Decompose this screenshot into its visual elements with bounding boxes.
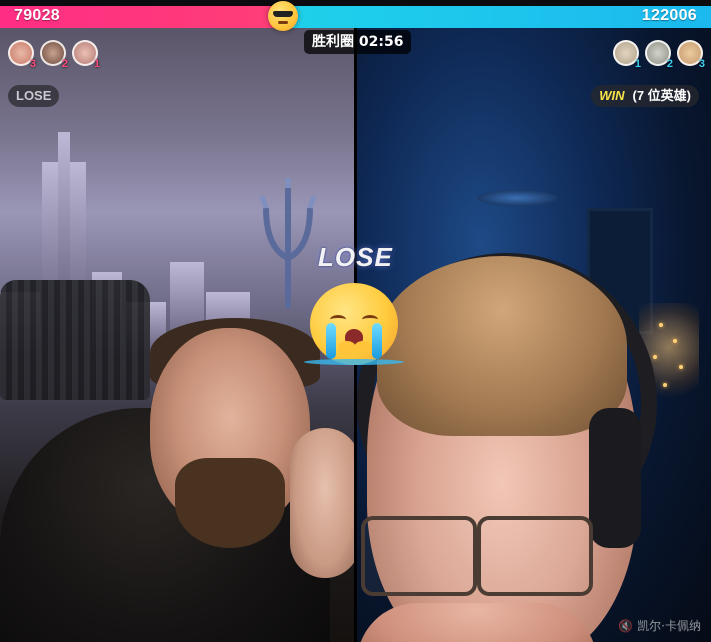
hero-count-label: (7 位英雄) xyxy=(632,88,691,103)
gifter-rank: 3 xyxy=(698,58,705,70)
right-score-segment: 122006 xyxy=(287,6,711,28)
gifter-avatar[interactable]: 1 xyxy=(72,40,100,70)
left-score: 79028 xyxy=(14,7,60,24)
right-streamer-hands xyxy=(357,603,597,642)
pk-battle-screen: 79028 122006 胜利圈 02:56 3 2 1 1 2 3 LOSE … xyxy=(0,0,711,642)
right-streamer-hair xyxy=(377,256,627,436)
victory-lap-timer: 胜利圈 02:56 xyxy=(304,30,412,54)
win-label: WIN xyxy=(599,88,625,103)
gaming-chair xyxy=(0,280,150,400)
streamer-name-watermark: 🔇 凯尔·卡佩纳 xyxy=(618,617,701,634)
gifter-rank: 2 xyxy=(61,58,68,70)
right-top-gifters: 1 2 3 xyxy=(613,40,705,70)
left-top-gifters: 3 2 1 xyxy=(8,40,100,70)
right-score: 122006 xyxy=(641,7,697,24)
left-streamer-video[interactable] xyxy=(0,28,354,642)
gifter-rank: 1 xyxy=(93,58,100,70)
gifter-rank: 3 xyxy=(29,58,36,70)
gifter-avatar[interactable]: 2 xyxy=(40,40,68,70)
gifter-rank: 1 xyxy=(634,58,641,70)
gifter-avatar[interactable]: 1 xyxy=(613,40,641,70)
win-badge: WIN (7 位英雄) xyxy=(591,85,699,107)
eyeglasses xyxy=(357,516,593,596)
lose-badge: LOSE xyxy=(8,85,60,107)
ceiling-lamp xyxy=(477,190,557,206)
gifter-avatar[interactable]: 3 xyxy=(677,40,705,70)
sunglasses-face-icon xyxy=(268,1,298,31)
left-score-segment: 79028 xyxy=(0,6,287,28)
gifter-avatar[interactable]: 2 xyxy=(645,40,673,70)
pk-score-bar: 79028 122006 xyxy=(0,6,711,28)
streamer-name: 凯尔·卡佩纳 xyxy=(637,619,701,633)
headphone-earcup xyxy=(589,408,641,548)
trident-logo-icon xyxy=(259,178,317,308)
left-streamer-beard xyxy=(175,458,285,548)
crying-face-emoji-icon xyxy=(304,283,404,365)
gifter-avatar[interactable]: 3 xyxy=(8,40,36,70)
left-streamer-hand xyxy=(290,428,354,578)
right-streamer-video[interactable] xyxy=(357,28,711,642)
muted-speaker-icon: 🔇 xyxy=(618,619,634,633)
center-lose-text: LOSE xyxy=(318,242,393,272)
gifter-rank: 2 xyxy=(666,58,673,70)
